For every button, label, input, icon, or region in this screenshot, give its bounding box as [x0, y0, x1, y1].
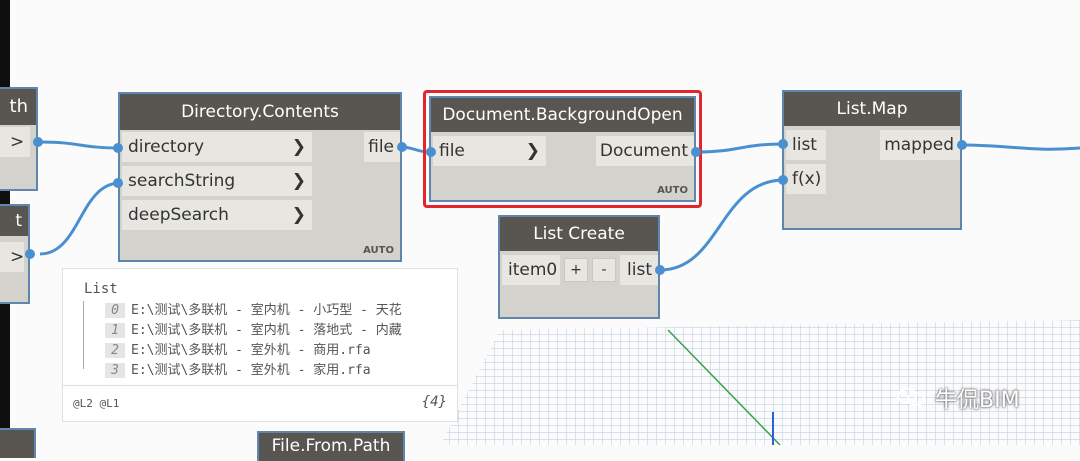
list-index: 3 — [105, 363, 125, 378]
watch-preview-panel[interactable]: List 0 E:\测试\多联机 - 室内机 - 小巧型 - 天花 1 E:\测试\… — [62, 268, 458, 422]
document-backgroundopen-title: Document.BackgroundOpen — [431, 98, 694, 132]
list-value: E:\测试\多联机 - 室内机 - 落地式 - 内藏 — [131, 323, 402, 338]
path-output-connector[interactable] — [33, 137, 43, 147]
string-output-connector[interactable] — [25, 249, 35, 259]
chevron-right-icon: ❯ — [291, 205, 306, 225]
wire-mapped-out — [961, 143, 1080, 151]
add-input-button[interactable]: + — [564, 258, 588, 282]
output-document[interactable]: Document — [596, 136, 694, 166]
input-directory-label: directory — [128, 137, 205, 157]
path-output-port[interactable]: > — [0, 127, 30, 157]
file-from-path-title: File.From.Path — [259, 433, 403, 461]
list-item: 3 E:\测试\多联机 - 室外机 - 家用.rfa — [105, 359, 455, 378]
file-input-connector[interactable] — [426, 147, 436, 157]
chevron-right-icon: ❯ — [291, 171, 306, 191]
input-file-label: file — [439, 141, 465, 161]
list-map-title: List.Map — [784, 92, 960, 126]
preview-tree-line — [83, 301, 84, 369]
preview-divider — [63, 385, 457, 386]
list-item: 0 E:\测试\多联机 - 室内机 - 小巧型 - 天花 — [105, 299, 455, 318]
list-item: 1 E:\测试\多联机 - 室内机 - 落地式 - 内藏 — [105, 319, 455, 338]
file-output-connector[interactable] — [397, 142, 407, 152]
mapped-output-connector[interactable] — [957, 140, 967, 150]
string-node-header: t — [0, 206, 28, 236]
searchstring-input-connector[interactable] — [113, 178, 123, 188]
watermark-text: 牛侃BIM — [935, 388, 1020, 413]
directory-contents-node[interactable]: Directory.Contents directory ❯ searchStr… — [118, 92, 402, 262]
wire-string-to-searchstring — [39, 181, 121, 256]
lacing-label[interactable]: AUTO — [657, 185, 688, 196]
input-searchstring[interactable]: searchString ❯ — [122, 166, 312, 196]
path-node-header: th — [0, 89, 36, 125]
chevron-right-icon: ❯ — [291, 137, 306, 157]
list-index: 1 — [105, 323, 125, 338]
output-list[interactable]: list — [620, 255, 658, 285]
list-index: 2 — [105, 343, 125, 358]
output-mapped[interactable]: mapped — [880, 130, 960, 160]
list-output-connector[interactable] — [655, 265, 665, 275]
input-deepsearch[interactable]: deepSearch ❯ — [122, 200, 312, 230]
list-item: 2 E:\测试\多联机 - 室外机 - 商用.rfa — [105, 339, 455, 358]
input-file[interactable]: file ❯ — [433, 136, 546, 166]
input-fx[interactable]: f(x) — [786, 164, 826, 194]
list-value: E:\测试\多联机 - 室内机 - 小巧型 - 天花 — [131, 303, 402, 318]
bottom-left-node[interactable] — [0, 428, 36, 458]
list-map-node[interactable]: List.Map list f(x) mapped — [782, 90, 962, 230]
list-value: E:\测试\多联机 - 室外机 - 商用.rfa — [131, 343, 371, 358]
chevron-right-icon: ❯ — [525, 141, 540, 161]
document-output-connector[interactable] — [691, 147, 701, 157]
input-item0[interactable]: item0 — [502, 255, 560, 285]
document-backgroundopen-node[interactable]: Document.BackgroundOpen file ❯ Document … — [429, 96, 696, 202]
file-from-path-node[interactable]: File.From.Path — [257, 431, 405, 461]
lacing-label[interactable]: AUTO — [363, 245, 394, 256]
fx-input-connector[interactable] — [778, 175, 788, 185]
list-create-node[interactable]: List Create item0 + - list — [498, 215, 660, 319]
list-input-connector[interactable] — [778, 139, 788, 149]
string-output-port[interactable]: > — [0, 242, 24, 272]
bottom-left-node-header — [0, 430, 34, 458]
directory-input-connector[interactable] — [113, 143, 123, 153]
input-searchstring-label: searchString — [128, 171, 236, 191]
output-file[interactable]: file — [364, 132, 400, 162]
path-node[interactable]: th > — [0, 87, 38, 191]
wire-document-to-list — [694, 142, 785, 154]
input-deepsearch-label: deepSearch — [128, 205, 229, 225]
list-value: E:\测试\多联机 - 室外机 - 家用.rfa — [131, 363, 371, 378]
preview-list-title: List — [84, 281, 118, 297]
directory-contents-title: Directory.Contents — [120, 94, 400, 130]
list-index: 0 — [105, 303, 125, 318]
list-levels-label: @L2 @L1 — [73, 397, 120, 410]
remove-input-button[interactable]: - — [592, 258, 616, 282]
wire-path-to-directory — [39, 140, 121, 150]
input-list[interactable]: list — [786, 130, 826, 160]
list-create-title: List Create — [500, 217, 658, 251]
wechat-icon — [897, 388, 925, 406]
list-count: {4} — [421, 394, 447, 410]
input-directory[interactable]: directory ❯ — [122, 132, 312, 162]
